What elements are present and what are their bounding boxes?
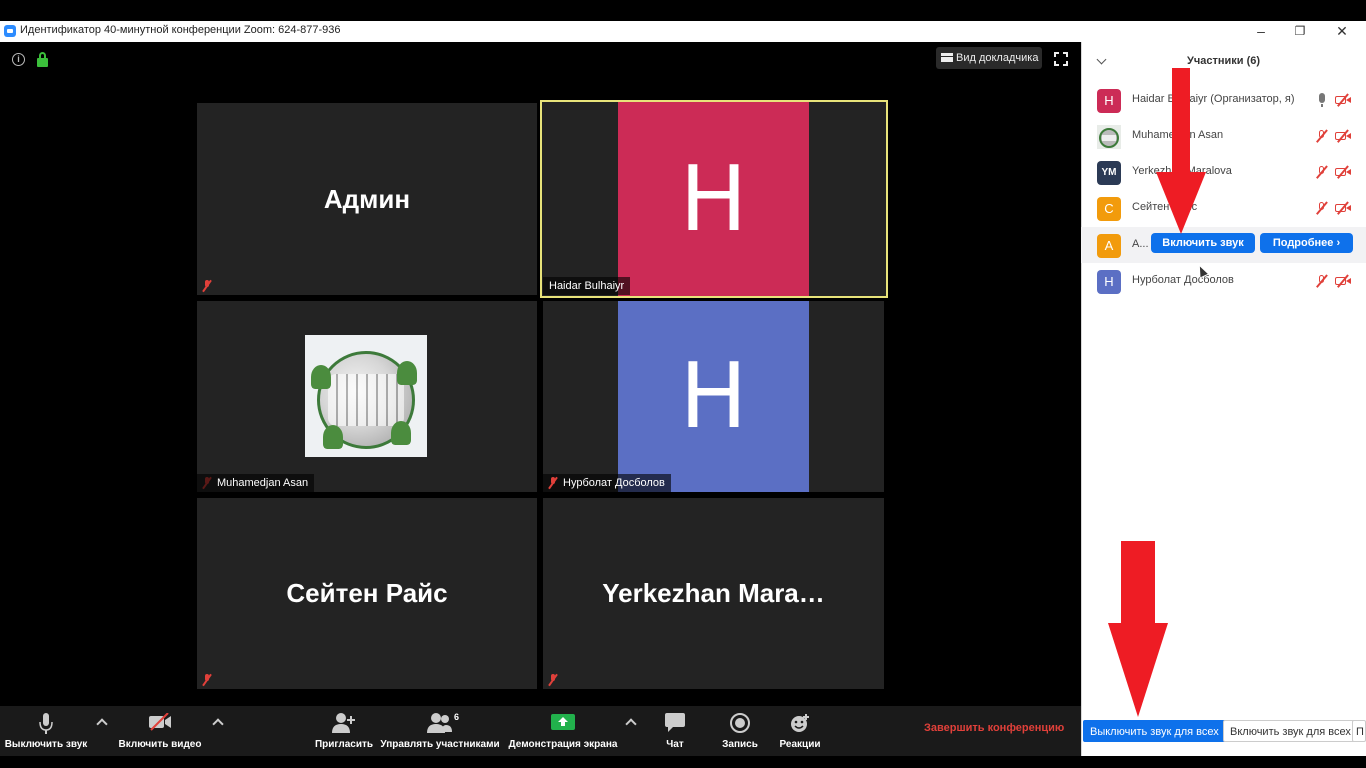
maximize-button[interactable]: ❐ (1280, 22, 1320, 41)
tile-nametag: Нурболат Досболов (543, 474, 671, 492)
muted-mic-icon[interactable] (1314, 201, 1330, 215)
audio-options-caret[interactable] (96, 718, 108, 730)
participant-name: А... (1132, 238, 1149, 250)
muted-mic-icon (548, 476, 558, 490)
bottom-bar (0, 756, 1366, 768)
participants-icon (427, 713, 452, 733)
panel-title: Участники (6) (1186, 55, 1261, 67)
avatar: А (1097, 234, 1121, 258)
profile-picture (305, 335, 427, 457)
reactions-label: Реакции (779, 739, 821, 750)
annotation-arrow-top (1156, 68, 1206, 234)
participant-row[interactable]: YM Yerkezhan Maralova (1081, 154, 1366, 190)
video-off-icon (1335, 165, 1351, 179)
chat-icon (665, 713, 685, 732)
share-label: Демонстрация экрана (508, 739, 618, 750)
reactions-button[interactable]: Реакции (772, 706, 828, 756)
avatar: С (1097, 197, 1121, 221)
video-off-icon (1335, 129, 1351, 143)
tile-display-name: Yerkezhan Mara… (602, 578, 825, 608)
share-screen-button[interactable]: Демонстрация экрана (505, 706, 621, 756)
speaker-view-button[interactable]: Вид докладчика (936, 47, 1042, 69)
participants-label: Управлять участниками (380, 739, 500, 750)
panel-footer: Выключить звук для всех Включить звук дл… (1081, 718, 1366, 744)
close-button[interactable]: ✕ (1322, 22, 1362, 41)
muted-mic-icon (548, 673, 558, 687)
chat-button[interactable]: Чат (650, 706, 700, 756)
more-button[interactable]: П (1352, 720, 1366, 742)
participant-row[interactable]: Muhamedjan Asan (1081, 118, 1366, 154)
video-off-icon (1335, 274, 1351, 288)
more-options-button[interactable]: Подробнее › (1260, 233, 1353, 253)
record-button[interactable]: Запись (714, 706, 766, 756)
end-meeting-button[interactable]: Завершить конференцию (924, 722, 1064, 734)
tile-nametag: Muhamedjan Asan (197, 474, 315, 492)
video-tile-nurbolat[interactable]: H Нурболат Досболов (543, 301, 884, 492)
avatar: Н (1097, 270, 1121, 294)
muted-mic-icon[interactable] (1314, 129, 1330, 143)
minimize-button[interactable]: – (1241, 22, 1281, 41)
video-options-caret[interactable] (212, 718, 224, 730)
add-person-icon (332, 713, 355, 733)
video-off-icon (149, 713, 171, 731)
active-speaker-border (540, 100, 888, 298)
avatar: H (1097, 89, 1121, 113)
unmute-participant-button[interactable]: Включить звук (1151, 233, 1255, 253)
avatar: YM (1097, 161, 1121, 185)
zoom-app-icon (4, 25, 16, 37)
mute-label: Выключить звук (4, 739, 88, 750)
meeting-toolbar: Выключить звук Включить видео Пригласить… (0, 706, 1081, 756)
lock-icon[interactable] (37, 52, 48, 67)
microphone-icon (39, 713, 53, 734)
mute-all-button[interactable]: Выключить звук для всех (1083, 720, 1226, 742)
video-tile-seiten[interactable]: Сейтен Райс (197, 498, 537, 689)
tile-display-name: Сейтен Райс (286, 578, 448, 608)
unmute-all-button[interactable]: Включить звук для всех (1223, 720, 1358, 742)
info-icon[interactable]: i (12, 53, 25, 66)
annotation-arrow-bottom (1108, 541, 1168, 719)
video-tile-yerkezhan[interactable]: Yerkezhan Mara… (543, 498, 884, 689)
video-off-icon (1335, 93, 1351, 107)
participant-row-hovered[interactable]: А А... Включить звук Подробнее › (1081, 227, 1366, 263)
reactions-icon (791, 714, 809, 732)
share-screen-icon (551, 714, 575, 730)
record-icon (730, 713, 750, 733)
start-video-button[interactable]: Включить видео (114, 706, 206, 756)
muted-mic-icon (202, 673, 212, 687)
participant-name: Нурболат Досболов (1132, 274, 1234, 286)
zoom-screen: Идентификатор 40-минутной конференции Zo… (0, 0, 1366, 768)
tile-display-name: Админ (323, 183, 411, 214)
participants-count: 6 (454, 712, 460, 722)
participant-row[interactable]: Н Нурболат Досболов (1081, 263, 1366, 299)
gallery-grid-icon (941, 53, 953, 62)
avatar (1097, 125, 1121, 149)
muted-mic-icon[interactable] (1314, 165, 1330, 179)
window-title: Идентификатор 40-минутной конференции Zo… (20, 24, 341, 36)
participant-row[interactable]: С Сейтен Райс (1081, 190, 1366, 226)
invite-button[interactable]: Пригласить (312, 706, 376, 756)
mute-button[interactable]: Выключить звук (0, 706, 92, 756)
title-bar: Идентификатор 40-минутной конференции Zo… (0, 21, 1366, 42)
video-off-icon (1335, 201, 1351, 215)
microphone-icon[interactable] (1314, 93, 1330, 107)
manage-participants-button[interactable]: 6 Управлять участниками (380, 706, 500, 756)
video-label: Включить видео (118, 739, 202, 750)
muted-mic-icon (202, 279, 212, 293)
chat-label: Чат (666, 739, 684, 750)
invite-label: Пригласить (314, 739, 374, 750)
video-tile-muhamedjan[interactable]: Muhamedjan Asan (197, 301, 537, 492)
muted-mic-icon[interactable] (1314, 274, 1330, 288)
share-options-caret[interactable] (625, 718, 637, 730)
speaker-view-label: Вид докладчика (956, 52, 1039, 64)
record-label: Запись (722, 739, 758, 750)
avatar: H (618, 301, 809, 492)
video-tile-admin[interactable]: Админ (197, 103, 537, 295)
participant-row[interactable]: H Haidar Bulhaiyr (Организатор, я) (1081, 82, 1366, 118)
fullscreen-icon[interactable] (1054, 52, 1068, 66)
